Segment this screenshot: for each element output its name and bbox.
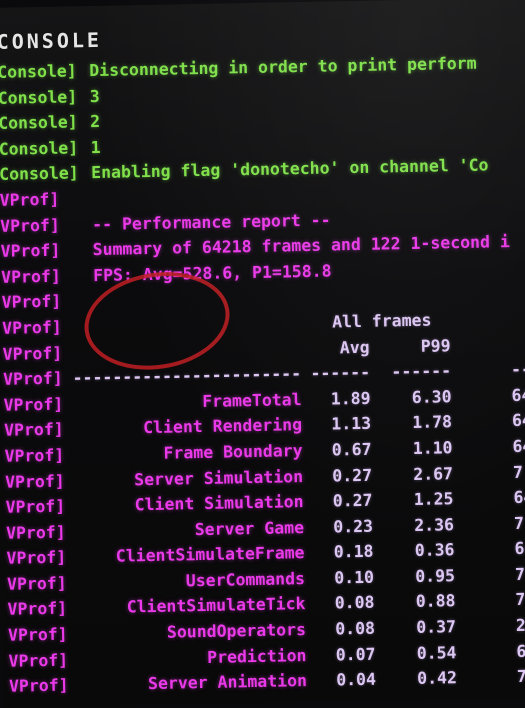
vprof-tag: VProf]: [4, 445, 65, 466]
row-p99: 1.78: [412, 412, 453, 433]
row-avg: 0.18: [333, 542, 374, 562]
row-avg: 0.04: [336, 669, 377, 690]
row-p99: 0.37: [416, 617, 457, 637]
vprof-tag: VProf]: [6, 547, 67, 569]
row-label: ClientSimulateFrame: [115, 543, 305, 566]
vprof-tag: VProf]: [7, 599, 68, 620]
row-cutoff: 7: [513, 513, 525, 533]
row-cutoff: 7: [512, 462, 524, 482]
row-label: Server Animation: [147, 671, 308, 694]
vprof-tag: VProf]: [8, 675, 69, 697]
row-cutoff: 64: [512, 436, 525, 456]
row-p99: 1.25: [413, 489, 454, 510]
vprof-tag: VProf]: [0, 266, 61, 287]
vprof-tag: VProf]: [0, 215, 60, 236]
console-output[interactable]: Console] Disconnecting in order to print …: [0, 49, 525, 699]
header-p99: P99: [420, 335, 451, 356]
row-p99: 0.36: [414, 540, 455, 561]
row-avg: 0.27: [332, 490, 373, 511]
row-cutoff: 289: [515, 615, 525, 636]
row-avg: 0.07: [335, 644, 376, 665]
row-p99: 2.36: [414, 514, 455, 535]
row-label: Prediction: [206, 645, 307, 667]
row-cutoff: 7: [514, 564, 525, 584]
vprof-tag: VProf]: [2, 368, 63, 389]
row-label: SoundOperators: [166, 620, 307, 642]
row-cutoff: 642: [516, 641, 525, 661]
separator: ------: [391, 361, 452, 382]
vprof-tag: VProf]: [1, 292, 62, 313]
header-avg: Avg: [339, 337, 370, 357]
row-p99: 0.88: [415, 591, 456, 612]
row-cutoff: 7: [515, 590, 525, 610]
row-avg: 0.10: [334, 567, 375, 588]
row-avg: 1.13: [331, 414, 372, 434]
row-p99: 2.67: [413, 463, 454, 484]
row-avg: 0.27: [332, 465, 373, 486]
row-p99: 0.95: [415, 566, 456, 586]
row-label: Client Rendering: [142, 415, 303, 438]
vprof-tag: VProf]: [8, 650, 69, 671]
console-message: 2: [90, 112, 101, 132]
vprof-tag: VProf]: [7, 624, 68, 645]
row-avg: 0.67: [331, 439, 372, 460]
console-tag: Console]: [0, 163, 79, 185]
console-tag: Console]: [0, 61, 77, 82]
console-title: CONSOLE: [0, 27, 103, 54]
vprof-tag: VProf]: [3, 394, 64, 415]
row-cutoff: 64: [511, 410, 525, 431]
row-label: Client Simulation: [134, 492, 304, 515]
row-cutoff: 64: [511, 385, 525, 405]
row-p99: 0.42: [417, 668, 458, 689]
row-avg: 1.89: [330, 388, 371, 409]
row-cutoff: 7: [516, 667, 525, 687]
vprof-tag: VProf]: [5, 496, 66, 517]
separator: ------: [310, 362, 371, 384]
row-avg: 0.23: [333, 516, 374, 537]
separator: ---: [510, 359, 525, 380]
console-message: 3: [89, 86, 100, 106]
row-label: Frame Boundary: [163, 440, 303, 463]
row-avg: 0.08: [335, 618, 376, 639]
console-tag: Console]: [0, 86, 78, 108]
vprof-tag: VProf]: [0, 240, 61, 261]
row-label: UserCommands: [185, 568, 306, 591]
row-cutoff: 64: [513, 487, 525, 508]
console-window: CONSOLE Console] Disconnecting in order t…: [0, 0, 525, 708]
console-message: 1: [90, 137, 101, 157]
row-avg: 0.08: [334, 593, 375, 613]
vprof-tag: VProf]: [3, 419, 64, 441]
vprof-tag: VProf]: [6, 573, 67, 594]
row-p99: 6.30: [411, 386, 452, 407]
vprof-tag: VProf]: [0, 189, 60, 210]
header-all-frames: All frames: [331, 310, 432, 332]
vprof-tag: VProf]: [1, 317, 62, 338]
row-label: Server Game: [194, 517, 305, 539]
row-label: FrameTotal: [202, 389, 302, 411]
row-p99: 1.10: [412, 438, 453, 458]
console-tag: Console]: [0, 112, 78, 134]
row-p99: 0.54: [416, 642, 457, 663]
row-cutoff: 642: [514, 538, 525, 559]
row-label: ClientSimulateTick: [126, 594, 306, 617]
vprof-tag: VProf]: [4, 471, 65, 492]
vprof-tag: VProf]: [5, 522, 66, 543]
vprof-tag: VProf]: [2, 343, 63, 364]
row-label: Server Simulation: [134, 466, 304, 489]
console-tag: Console]: [0, 138, 79, 159]
